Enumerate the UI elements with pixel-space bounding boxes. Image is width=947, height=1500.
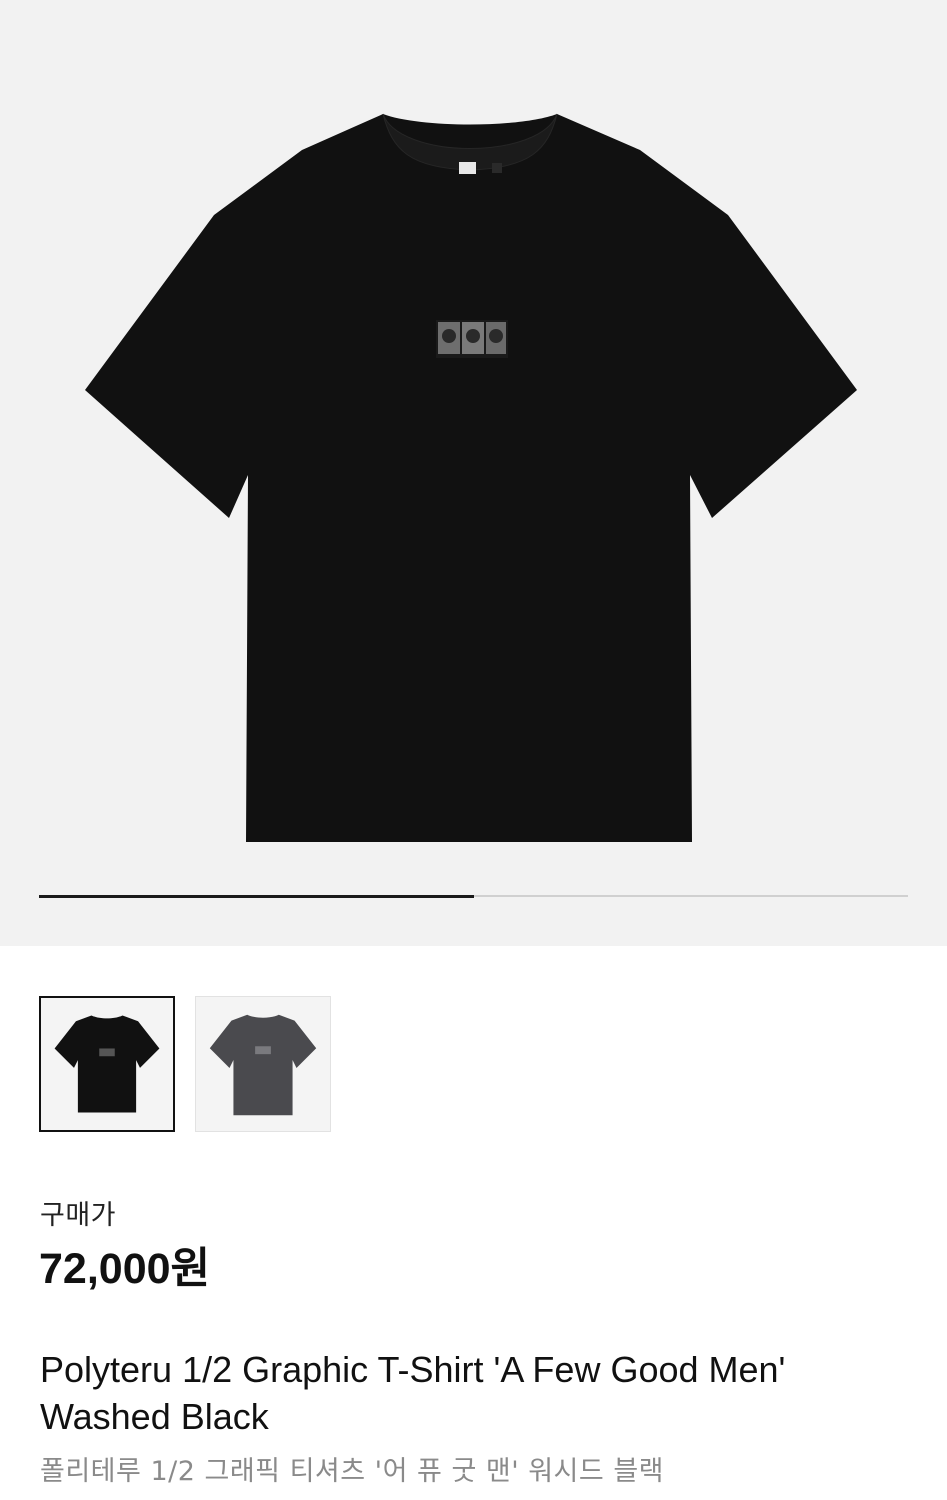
product-name-ko: 폴리테루 1/2 그래픽 티셔츠 '어 퓨 굿 맨' 워시드 블랙 — [40, 1456, 664, 1487]
thumbnail-washed-tshirt[interactable] — [195, 996, 331, 1132]
price-value: 72,000원 — [39, 1245, 211, 1293]
thumbnail-list — [39, 996, 331, 1132]
thumbnail-black-tshirt[interactable] — [39, 996, 175, 1132]
thumbnail-black-image — [54, 1015, 160, 1113]
main-product-image[interactable] — [0, 0, 947, 880]
thumbnail-washed-image — [209, 1014, 317, 1116]
neck-label — [459, 162, 476, 174]
gallery-progress-bar — [39, 894, 908, 898]
chest-graphic — [436, 320, 508, 358]
product-name-en: Polyteru 1/2 Graphic T-Shirt 'A Few Good… — [40, 1349, 786, 1437]
product-gallery — [0, 0, 947, 946]
price-label: 구매가 — [40, 1200, 117, 1231]
gallery-progress-fill — [39, 894, 474, 898]
tshirt-shape — [85, 114, 857, 842]
